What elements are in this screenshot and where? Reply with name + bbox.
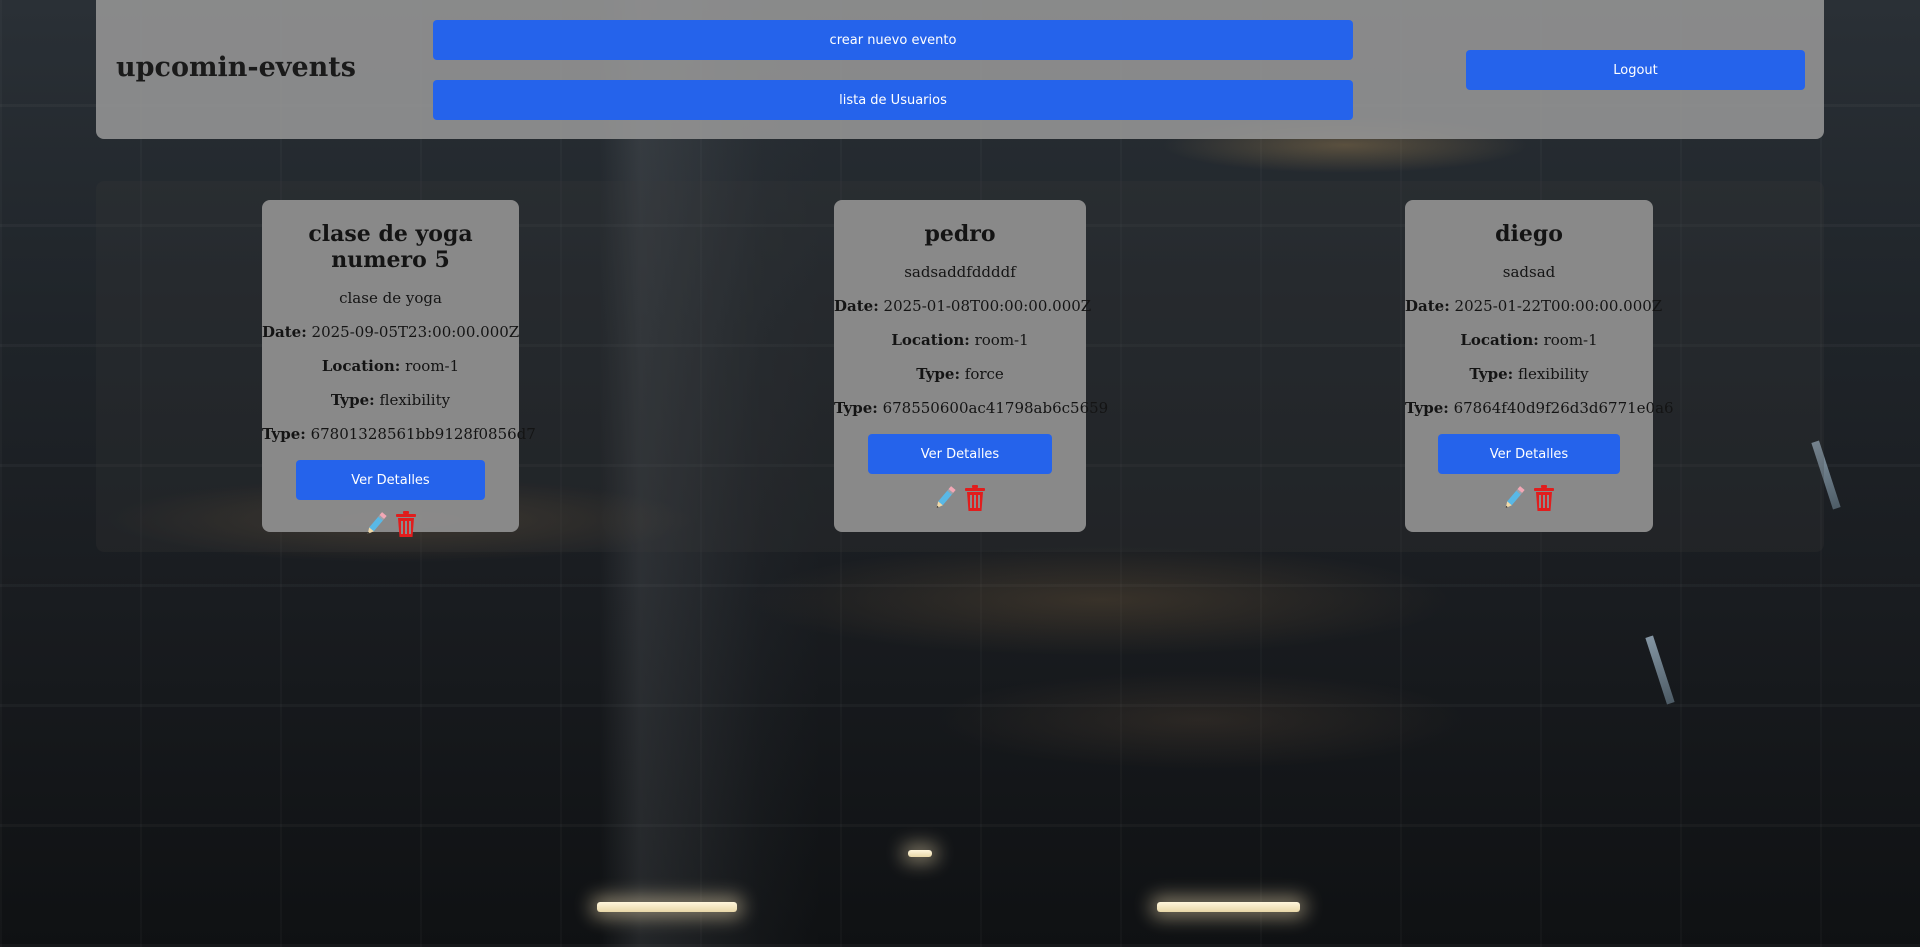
event-date-row: Date: 2025-01-08T00:00:00.000Z: [834, 282, 1091, 316]
card-actions: [1405, 482, 1653, 514]
event-description: sadsad: [1502, 263, 1556, 281]
type-label: Type:: [916, 365, 960, 383]
event-type: flexibility: [1517, 365, 1589, 383]
background-lamp: [1645, 635, 1675, 705]
type-label: Type:: [1469, 365, 1514, 383]
view-details-button[interactable]: Ver Detalles: [868, 434, 1052, 474]
view-details-button[interactable]: Ver Detalles: [1438, 434, 1620, 474]
event-id-row: Type: 67864f40d9f26d3d6771e0a6: [1405, 384, 1674, 418]
create-event-button[interactable]: crear nuevo evento: [433, 20, 1353, 60]
type-label: Type:: [1405, 399, 1449, 417]
logout-button[interactable]: Logout: [1466, 50, 1805, 90]
location-label: Location:: [1460, 331, 1539, 349]
location-label: Location:: [891, 331, 970, 349]
trash-icon[interactable]: [393, 509, 419, 539]
event-location: room-1: [405, 357, 460, 375]
event-date: 2025-01-22T00:00:00.000Z: [1454, 297, 1663, 315]
trash-icon[interactable]: [962, 483, 988, 513]
type-label: Type:: [262, 425, 306, 443]
event-id-row: Type: 678550600ac41798ab6c5659: [834, 384, 1108, 418]
trash-icon[interactable]: [1531, 483, 1557, 513]
event-location: room-1: [1543, 331, 1598, 349]
event-location-row: Location: room-1: [834, 316, 1086, 350]
event-title: clase de yoga numero 5: [308, 221, 473, 273]
background-light-strip: [597, 902, 737, 912]
location-label: Location:: [321, 357, 401, 375]
event-type-row: Type: flexibility: [1405, 350, 1653, 384]
event-id: 67864f40d9f26d3d6771e0a6: [1453, 399, 1674, 417]
event-card: diego sadsad Date: 2025-01-22T00:00:00.0…: [1405, 200, 1674, 532]
event-title: diego: [1495, 221, 1563, 247]
event-location: room-1: [974, 331, 1029, 349]
date-label: Date:: [262, 323, 307, 341]
event-location-row: Location: room-1: [262, 342, 519, 376]
date-label: Date:: [834, 297, 879, 315]
event-id: 67801328561bb9128f0856d7: [310, 425, 536, 443]
users-list-button[interactable]: lista de Usuarios: [433, 80, 1353, 120]
event-id: 678550600ac41798ab6c5659: [882, 399, 1109, 417]
card-actions: [834, 482, 1086, 514]
pencil-icon[interactable]: [363, 509, 389, 539]
card-actions: [262, 508, 519, 540]
event-card: clase de yoga numero 5 clase de yoga Dat…: [262, 200, 536, 537]
date-label: Date:: [1405, 297, 1450, 315]
pencil-icon[interactable]: [1501, 483, 1527, 513]
event-type: flexibility: [379, 391, 451, 409]
event-type-row: Type: force: [834, 350, 1086, 384]
event-description: clase de yoga: [339, 289, 442, 307]
top-header: upcomin-events crear nuevo evento lista …: [96, 0, 1824, 139]
event-date-row: Date: 2025-01-22T00:00:00.000Z: [1405, 282, 1662, 316]
event-date: 2025-01-08T00:00:00.000Z: [883, 297, 1092, 315]
background-light-strip: [1157, 902, 1300, 912]
event-card: pedro sadsaddfddddf Date: 2025-01-08T00:…: [834, 200, 1108, 532]
pencil-icon[interactable]: [932, 483, 958, 513]
event-title: pedro: [924, 221, 996, 247]
event-location-row: Location: room-1: [1405, 316, 1653, 350]
event-type: force: [964, 365, 1004, 383]
view-details-button[interactable]: Ver Detalles: [296, 460, 485, 500]
event-date: 2025-09-05T23:00:00.000Z: [311, 323, 520, 341]
event-type-row: Type: flexibility: [262, 376, 519, 410]
background-light-strip: [908, 850, 932, 857]
brand-title: upcomin-events: [116, 52, 356, 83]
event-id-row: Type: 67801328561bb9128f0856d7: [262, 410, 536, 444]
event-date-row: Date: 2025-09-05T23:00:00.000Z: [262, 308, 519, 342]
type-label: Type:: [834, 399, 878, 417]
event-description: sadsaddfddddf: [904, 263, 1016, 281]
type-label: Type:: [330, 391, 375, 409]
